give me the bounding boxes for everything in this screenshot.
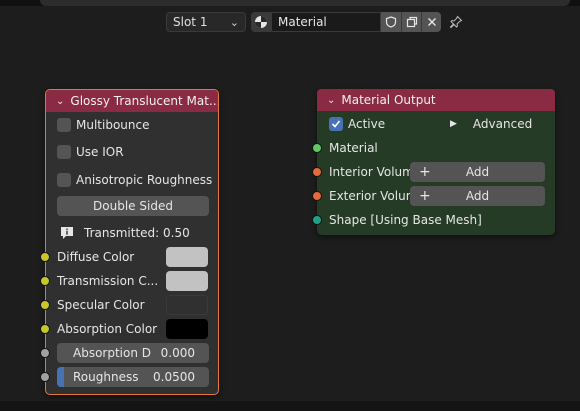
exterior-volume-add-button[interactable]: + Add: [410, 186, 545, 206]
material-output-node[interactable]: ⌄ Material Output Active ▶ Advanced Mate…: [312, 89, 555, 235]
shield-icon: [385, 16, 397, 28]
double-sided-button[interactable]: Double Sided: [57, 196, 209, 216]
specular-color-socket[interactable]: [40, 300, 50, 310]
duplicate-material-button[interactable]: [401, 12, 421, 32]
absorption-color-label: Absorption Color: [57, 322, 158, 336]
material-name-field[interactable]: Material: [271, 12, 381, 32]
anisotropic-roughness-label: Anisotropic Roughness: [76, 173, 213, 187]
glossy-node-title: Glossy Translucent Mat...: [70, 94, 218, 108]
roughness-label: Roughness: [73, 370, 139, 384]
absorption-distance-field[interactable]: Absorption D 0.000: [57, 343, 209, 363]
checkmark-icon: [331, 120, 341, 128]
transmitted-value: Transmitted: 0.50: [84, 226, 190, 240]
absorption-color-socket[interactable]: [40, 324, 50, 334]
absorption-distance-socket[interactable]: [40, 348, 50, 358]
advanced-label: Advanced: [472, 117, 533, 131]
output-node-title: Material Output: [341, 93, 436, 107]
exterior-volume-socket[interactable]: [312, 191, 322, 201]
roughness-value: 0.0500: [153, 370, 195, 384]
active-checkbox[interactable]: Active: [329, 116, 385, 132]
active-label: Active: [348, 117, 386, 131]
unlink-material-button[interactable]: [421, 12, 441, 32]
roughness-field[interactable]: Roughness 0.0500: [57, 367, 209, 387]
material-name-value: Material: [278, 15, 327, 29]
glossy-translucent-node[interactable]: ⌄ Glossy Translucent Mat... Multibounce …: [40, 89, 219, 395]
transmission-color-label: Transmission C...: [57, 274, 159, 288]
multibounce-label: Multibounce: [76, 118, 150, 132]
shape-label: Shape [Using Base Mesh]: [329, 213, 482, 227]
material-input-label: Material: [329, 141, 378, 155]
diffuse-color-socket[interactable]: [40, 252, 50, 262]
pin-button[interactable]: [446, 12, 466, 32]
diffuse-color-swatch[interactable]: [166, 247, 208, 267]
output-node-header[interactable]: ⌄ Material Output: [317, 89, 555, 111]
absorption-color-swatch[interactable]: [166, 319, 208, 339]
exterior-add-label: Add: [465, 189, 490, 203]
roughness-socket[interactable]: [40, 372, 50, 382]
disclosure-triangle-icon: ▶: [450, 119, 457, 129]
collapse-chevron-icon[interactable]: ⌄: [327, 95, 335, 106]
transmitted-info: Transmitted: 0.50: [60, 225, 190, 241]
use-ior-checkbox[interactable]: Use IOR: [57, 144, 124, 160]
editor-bottom-edge: [0, 401, 580, 411]
material-sphere-icon: [255, 16, 267, 28]
advanced-toggle[interactable]: ▶ Advanced: [450, 116, 532, 132]
absorption-distance-label: Absorption D: [73, 346, 152, 360]
use-ior-checkbox-box[interactable]: [57, 145, 71, 159]
anisotropic-roughness-checkbox[interactable]: Anisotropic Roughness: [57, 172, 212, 188]
transmission-color-swatch[interactable]: [166, 271, 208, 291]
browse-material-button[interactable]: [251, 12, 271, 32]
close-icon: [427, 18, 436, 26]
active-checkbox-box[interactable]: [329, 117, 343, 131]
interior-volume-add-button[interactable]: + Add: [410, 162, 545, 182]
transmission-color-socket[interactable]: [40, 276, 50, 286]
duplicate-icon: [406, 16, 417, 28]
anisotropic-roughness-checkbox-box[interactable]: [57, 173, 71, 187]
specular-color-swatch[interactable]: [166, 295, 208, 315]
plus-icon: +: [419, 188, 431, 204]
collapse-chevron-icon[interactable]: ⌄: [56, 96, 64, 107]
fake-user-button[interactable]: [381, 12, 401, 32]
glossy-node-header[interactable]: ⌄ Glossy Translucent Mat...: [46, 90, 218, 112]
use-ior-label: Use IOR: [76, 145, 124, 159]
interior-volume-socket[interactable]: [312, 167, 322, 177]
material-slot-label: Slot 1: [173, 15, 208, 29]
surface-material-socket[interactable]: [312, 143, 322, 153]
multibounce-checkbox[interactable]: Multibounce: [57, 117, 149, 133]
roughness-fill: [57, 367, 64, 387]
info-icon: [61, 227, 73, 239]
pin-icon: [449, 15, 463, 29]
specular-color-label: Specular Color: [57, 298, 145, 312]
shape-socket[interactable]: [312, 215, 322, 225]
chevron-down-icon: ⌄: [229, 15, 239, 29]
diffuse-color-label: Diffuse Color: [57, 250, 135, 264]
plus-icon: +: [419, 164, 431, 180]
interior-add-label: Add: [465, 165, 490, 179]
interior-volume-label: Interior Volume: [329, 165, 422, 179]
material-slot-dropdown[interactable]: Slot 1 ⌄: [166, 12, 246, 32]
absorption-distance-value: 0.000: [160, 346, 195, 360]
multibounce-checkbox-box[interactable]: [57, 118, 71, 132]
double-sided-label: Double Sided: [93, 199, 173, 213]
